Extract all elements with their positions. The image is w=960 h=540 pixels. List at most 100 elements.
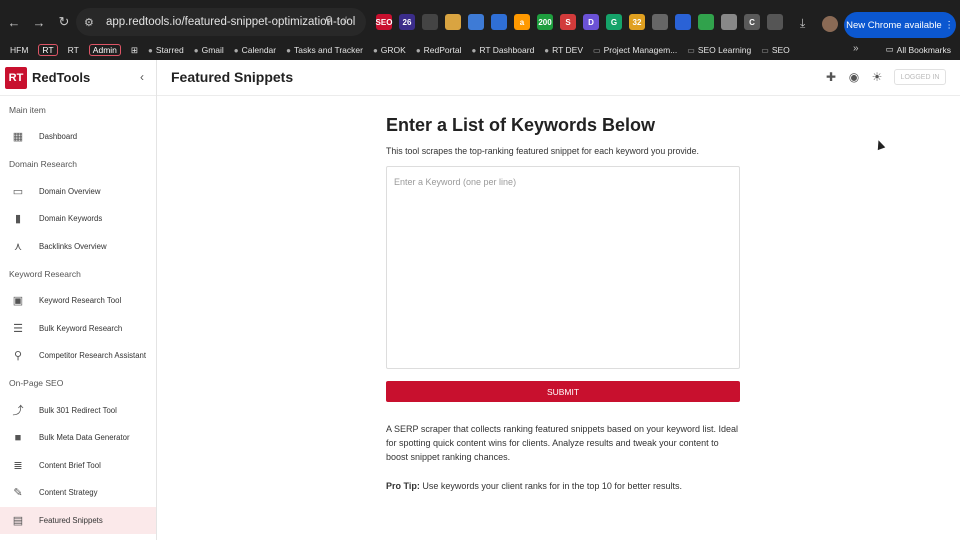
- extension-icon[interactable]: S: [560, 14, 576, 30]
- app: RT RedTools ‹ Main item ▦ Dashboard Domain …: [0, 60, 960, 540]
- sidebar-item-dashboard[interactable]: ▦ Dashboard: [0, 123, 156, 151]
- extension-icon[interactable]: [422, 14, 438, 30]
- extension-icon[interactable]: C: [744, 14, 760, 30]
- submit-button[interactable]: SUBMIT: [386, 381, 740, 402]
- extension-icon[interactable]: a: [514, 14, 530, 30]
- sidebar-section-title: Keyword Research: [9, 268, 81, 279]
- extension-icon[interactable]: [652, 14, 668, 30]
- bookmark-item[interactable]: Admin: [88, 44, 121, 56]
- bookmark-item[interactable]: HFM: [10, 45, 28, 55]
- bookmark-item[interactable]: ● GROK: [373, 45, 406, 55]
- sidebar-item-label: Bulk Meta Data Generator: [39, 433, 130, 443]
- sidebar-item-featured-snippets[interactable]: ▤ Featured Snippets: [0, 506, 156, 534]
- sidebar-item-label: Keyword Research Tool: [39, 296, 122, 306]
- address-bar[interactable]: ⚙ app.redtools.io/featured-snippet-optim…: [76, 8, 366, 36]
- extension-icon[interactable]: [698, 14, 714, 30]
- mouse-cursor: [874, 138, 886, 151]
- sidebar-item-keyword-research-tool[interactable]: ▣ Keyword Research Tool: [0, 287, 156, 315]
- extension-icon[interactable]: 200: [537, 14, 553, 30]
- extension-icon[interactable]: [491, 14, 507, 30]
- extension-icon[interactable]: [675, 14, 691, 30]
- zoom-search-icon[interactable]: ⚲: [325, 14, 333, 27]
- reload-icon[interactable]: ↻: [53, 11, 75, 33]
- back-arrow-icon[interactable]: ←: [3, 11, 25, 33]
- bookmark-item[interactable]: ● RT DEV: [544, 45, 583, 55]
- logged-in-badge: LOGGED IN: [894, 69, 946, 85]
- portal-icon: ●: [415, 45, 421, 55]
- bookmark-item[interactable]: RT: [68, 45, 79, 55]
- bookmark-item[interactable]: ▭ SEO Learning: [687, 45, 751, 55]
- profile-avatar[interactable]: [822, 16, 838, 32]
- calendar-icon: ●: [233, 45, 239, 55]
- sidebar-nav: Main item ▦ Dashboard Domain Research ▭ Domai…: [0, 96, 156, 534]
- main-heading: Enter a List of Keywords Below: [386, 115, 656, 135]
- bookmark-label: Calendar: [241, 45, 277, 55]
- bookmark-item[interactable]: ● RedPortal: [416, 45, 462, 55]
- sidebar-item-domain-keywords[interactable]: ▮ Domain Keywords: [0, 205, 156, 233]
- chat-icon: ▤: [12, 514, 24, 527]
- bookmark-label: Gmail: [201, 45, 224, 55]
- extension-icon[interactable]: SEO: [376, 14, 392, 30]
- sidebar-item-backlinks-overview[interactable]: ⋏ Backlinks Overview: [0, 233, 156, 261]
- sidebar-item-content-strategy[interactable]: ✎ Content Strategy: [0, 479, 156, 507]
- bookmark-item[interactable]: ● RT Dashboard: [471, 45, 534, 55]
- sun-theme-icon[interactable]: ☀: [870, 70, 884, 84]
- extension-icon[interactable]: [767, 14, 783, 30]
- extension-icon[interactable]: 32: [629, 14, 645, 30]
- extension-icon[interactable]: D: [583, 14, 599, 30]
- site-info-icon[interactable]: ⚙: [84, 16, 100, 29]
- redtools-logo[interactable]: RT: [5, 66, 27, 89]
- bookmark-star-icon[interactable]: ☆: [341, 14, 351, 27]
- omnibox-icons: ⚲ ☆: [325, 14, 351, 27]
- keyword-textarea[interactable]: [386, 166, 740, 369]
- bookmark-label: Tasks and Tracker: [293, 45, 363, 55]
- tool-blurb: A SERP scraper that collects ranking fea…: [386, 424, 739, 462]
- sidebar-item-label: Content Brief Tool: [39, 460, 101, 470]
- bookmark-item[interactable]: ● Starred: [148, 45, 184, 55]
- sidebar-item-label: Domain Overview: [39, 186, 101, 196]
- puzzle-icon[interactable]: ✚: [824, 70, 838, 84]
- bookmark-label: RT Dashboard: [479, 45, 535, 55]
- extension-icon[interactable]: G: [606, 14, 622, 30]
- sidebar-item-domain-overview[interactable]: ▭ Domain Overview: [0, 178, 156, 206]
- apps-grid-icon[interactable]: ⊞: [131, 45, 138, 56]
- sidebar-item-label: Content Strategy: [39, 488, 98, 498]
- forward-arrow-icon[interactable]: →: [28, 11, 50, 33]
- extension-icon[interactable]: 26: [399, 14, 415, 30]
- sidebar-item-bulk-301-redirect-tool[interactable]: ⤴ Bulk 301 Redirect Tool: [0, 397, 156, 425]
- laptop-search-icon: ▭: [12, 185, 24, 198]
- grok-icon: ●: [372, 45, 378, 55]
- sidebar-item-bulk-keyword-research[interactable]: ☰ Bulk Keyword Research: [0, 315, 156, 343]
- bookmark-item[interactable]: ▭ SEO: [761, 45, 790, 55]
- bar-chart-icon: ▮: [14, 213, 22, 226]
- bookmarks-overflow-icon[interactable]: »: [853, 43, 859, 54]
- brand-name: RedTools: [32, 70, 91, 85]
- sidebar-item-competitor-research-assistant[interactable]: ⚲ Competitor Research Assistant: [0, 342, 156, 370]
- sidebar-item-bulk-meta-data-generator[interactable]: ■ Bulk Meta Data Generator: [0, 424, 156, 452]
- bookmark-item[interactable]: ● Calendar: [234, 45, 276, 55]
- all-bookmarks-button[interactable]: ▭ All Bookmarks: [886, 44, 951, 55]
- extension-icon[interactable]: [721, 14, 737, 30]
- bookmark-item[interactable]: ▭ Project Managem...: [593, 45, 677, 55]
- folder-icon: ▭: [687, 45, 695, 55]
- download-icon[interactable]: ⤓: [800, 16, 805, 31]
- rectangle-icon: ■: [14, 431, 22, 444]
- extensions-row: SEO 26 a 200 S D G 32 C: [376, 14, 783, 30]
- pro-tip: Pro Tip: Use keywords your client ranks …: [386, 481, 740, 491]
- pro-tip-text: Use keywords your client ranks for in th…: [419, 481, 682, 491]
- list-icon: ☰: [13, 322, 23, 335]
- extension-icon[interactable]: [468, 14, 484, 30]
- collapse-sidebar-icon[interactable]: ‹: [140, 70, 144, 84]
- extension-icon[interactable]: [445, 14, 461, 30]
- page-header: Featured Snippets ✚ ◉ ☀ LOGGED IN: [157, 60, 960, 96]
- sidebar-section-title: Domain Research: [9, 159, 78, 169]
- sidebar-item-label: Backlinks Overview: [39, 241, 107, 251]
- bookmark-item[interactable]: ● Gmail: [194, 45, 224, 55]
- account-icon[interactable]: ◉: [847, 70, 861, 84]
- bookmark-item[interactable]: RT: [38, 44, 58, 56]
- sidebar-item-content-brief-tool[interactable]: ≣ Content Brief Tool: [0, 452, 156, 480]
- tool-description: This tool scrapes the top-ranking featur…: [386, 146, 699, 156]
- new-chrome-available-button[interactable]: New Chrome available ⋮: [844, 12, 956, 38]
- page-title: Featured Snippets: [171, 69, 294, 85]
- bookmark-item[interactable]: ● Tasks and Tracker: [286, 45, 363, 55]
